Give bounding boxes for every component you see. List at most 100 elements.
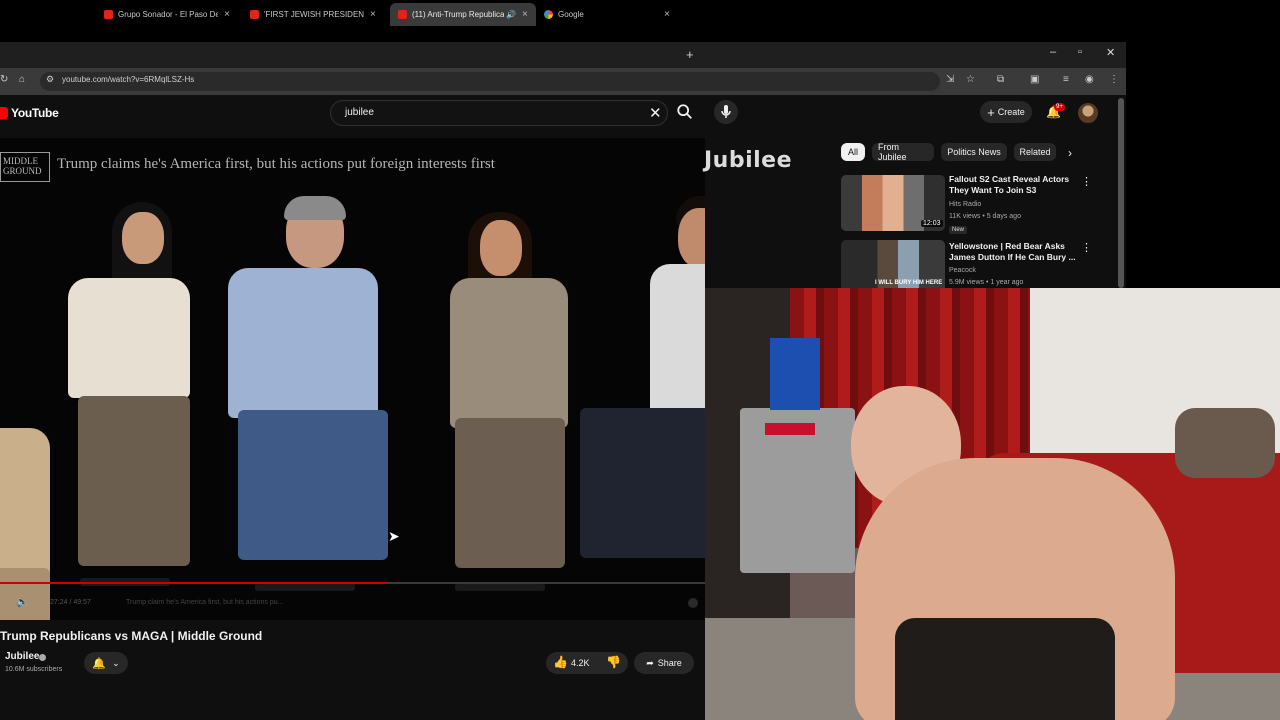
search-box[interactable] xyxy=(330,100,668,126)
webcam-overlay xyxy=(705,288,1280,720)
new-tab-button[interactable]: + xyxy=(686,47,694,62)
home-icon[interactable]: ⌂ xyxy=(19,74,25,85)
verified-icon xyxy=(39,654,46,661)
chip-related[interactable]: Related xyxy=(1014,143,1056,161)
recommendation-meta: 11K views • 5 days ago xyxy=(949,213,1021,220)
recommendation-meta: 5.9M views • 1 year ago xyxy=(949,279,1024,286)
beer-box xyxy=(770,338,820,410)
youtube-logo-text: YouTube xyxy=(11,106,59,120)
search-input[interactable]: jubilee xyxy=(345,107,374,118)
site-info-icon[interactable]: ⚙ xyxy=(46,74,54,85)
like-icon[interactable]: 👍 xyxy=(553,655,568,669)
jubilee-watermark: Jubilee xyxy=(704,148,793,173)
share-icon: ➦ xyxy=(646,657,654,668)
video-title: Trump Republicans vs MAGA | Middle Groun… xyxy=(0,629,263,643)
browser-tab-active[interactable]: (11) Anti-Trump Republican 🔊 × xyxy=(390,3,536,26)
panelist-hair xyxy=(284,196,346,220)
webcam-person-shorts xyxy=(895,618,1115,720)
speaker-icon[interactable]: 🔊 xyxy=(506,10,516,19)
stool xyxy=(255,583,355,591)
stool xyxy=(455,583,545,591)
sidepanel-icon[interactable]: ▣ xyxy=(1030,74,1039,85)
url-text[interactable]: youtube.com/watch?v=6RMqlLSZ-Hs xyxy=(62,75,194,84)
settings-icon[interactable] xyxy=(688,598,698,608)
screen: Grupo Sonador - El Paso Del Gi × 'FIRST … xyxy=(0,0,1280,720)
browser-tab-strip xyxy=(0,42,1126,68)
google-icon xyxy=(544,10,553,19)
progress-bar-fill xyxy=(0,582,388,584)
subscriber-count: 10.6M subscribers xyxy=(5,666,63,673)
chip-from-jubilee[interactable]: From Jubilee xyxy=(872,142,934,162)
recommendation-title[interactable]: Yellowstone | Red Bear Asks James Dutton… xyxy=(949,241,1077,263)
maximize-button[interactable]: ▫ xyxy=(1078,46,1082,58)
close-icon[interactable]: × xyxy=(224,9,230,20)
tab-title: Google xyxy=(558,10,584,19)
more-options-icon[interactable]: ⋮ xyxy=(1081,241,1092,254)
youtube-icon xyxy=(104,10,113,19)
dislike-icon[interactable]: 👎 xyxy=(606,655,621,669)
search-icon[interactable] xyxy=(676,103,694,121)
duration-badge: 12:03 xyxy=(921,220,943,227)
clear-search-icon[interactable]: ✕ xyxy=(649,104,662,122)
recommendation-title[interactable]: Fallout S2 Cast Reveal Actors They Want … xyxy=(949,174,1077,196)
share-label: Share xyxy=(657,658,682,668)
browser-tab[interactable]: Google × xyxy=(536,3,678,26)
panelist-blazer xyxy=(450,278,568,428)
middle-ground-logo: MIDDLE GROUND xyxy=(0,152,50,182)
more-options-icon[interactable]: ⋮ xyxy=(1081,175,1092,188)
panelist-legs xyxy=(238,410,388,560)
panelist-legs xyxy=(455,418,565,568)
minimize-button[interactable]: – xyxy=(1050,46,1056,58)
panelist-face xyxy=(122,212,164,264)
mouse-cursor-icon: ➤ xyxy=(388,528,400,544)
browser-tab[interactable]: Grupo Sonador - El Paso Del Gi × xyxy=(96,3,238,26)
youtube-icon xyxy=(398,10,407,19)
panelist-shirt xyxy=(68,278,190,398)
panelist-face xyxy=(678,208,705,268)
media-icon[interactable]: ≡ xyxy=(1063,74,1069,85)
like-count[interactable]: 4.2K xyxy=(571,658,590,668)
recommendation-channel[interactable]: Hits Radio xyxy=(949,201,981,208)
panelist-legs xyxy=(78,396,190,566)
extensions-icon[interactable]: ⧉ xyxy=(997,74,1004,85)
bookmark-star-icon[interactable]: ☆ xyxy=(966,74,975,85)
voice-search-button[interactable] xyxy=(714,100,738,124)
profile-icon[interactable]: ◉ xyxy=(1085,74,1094,85)
chip-all[interactable]: All xyxy=(841,143,865,161)
thumbnail-text: I WILL BURY HIM HERE xyxy=(875,280,943,286)
panelist-legs xyxy=(580,408,705,558)
video-player[interactable] xyxy=(0,138,705,620)
player-controls xyxy=(0,592,705,614)
chevron-down-icon: ⌄ xyxy=(112,657,120,668)
youtube-play-icon xyxy=(0,107,8,119)
youtube-logo[interactable]: YouTube xyxy=(0,106,59,120)
reload-icon[interactable]: ↻ xyxy=(0,74,8,85)
panelist xyxy=(0,428,50,578)
volume-icon[interactable]: 🔈 xyxy=(16,597,28,608)
new-badge: New xyxy=(949,226,968,234)
close-icon[interactable]: × xyxy=(370,9,376,20)
recommendation-channel[interactable]: Peacock xyxy=(949,267,976,274)
close-window-button[interactable]: ✕ xyxy=(1106,46,1115,59)
install-icon[interactable]: ⇲ xyxy=(946,74,954,85)
chapter-title[interactable]: Trump claim he's America first, but his … xyxy=(126,599,283,606)
chevron-right-icon[interactable]: › xyxy=(1068,146,1072,160)
close-icon[interactable]: × xyxy=(664,9,670,20)
subscribed-notifications-button[interactable]: 🔔 ⌄ xyxy=(84,652,128,674)
create-button[interactable]: + Create xyxy=(980,101,1032,123)
notification-badge: 9+ xyxy=(1054,103,1065,111)
mic-icon xyxy=(721,105,731,118)
browser-tab[interactable]: 'FIRST JEWISH PRESIDENT': Ad × xyxy=(242,3,384,26)
page-scrollbar[interactable] xyxy=(1118,98,1124,288)
share-button[interactable]: ➦ Share xyxy=(634,652,694,674)
bell-icon: 🔔 xyxy=(92,657,107,670)
create-label: Create xyxy=(997,107,1025,117)
avatar[interactable] xyxy=(1078,103,1098,123)
tab-title: 'FIRST JEWISH PRESIDENT': Ad xyxy=(264,10,364,19)
tab-title: Grupo Sonador - El Paso Del Gi xyxy=(118,10,218,19)
chip-politics-news[interactable]: Politics News xyxy=(941,143,1007,161)
menu-dots-icon[interactable]: ⋮ xyxy=(1109,74,1119,85)
video-overlay-caption: Trump claims he's America first, but his… xyxy=(57,156,495,172)
close-icon[interactable]: × xyxy=(522,9,528,20)
channel-name[interactable]: Jubilee xyxy=(5,651,39,662)
